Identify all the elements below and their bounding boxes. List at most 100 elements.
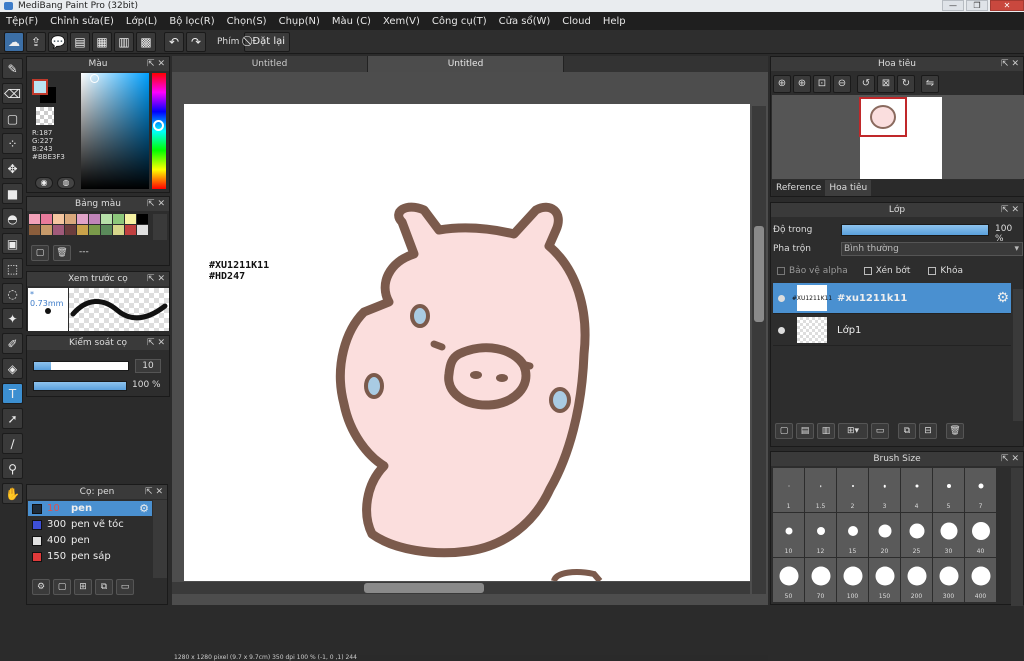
brush-size-cell[interactable]: 2: [837, 468, 868, 512]
clipping-checkbox[interactable]: Xén bớt: [863, 266, 910, 276]
panel-close-icon[interactable]: ⇱ ✕: [147, 197, 165, 211]
panel-close-icon[interactable]: ⇱ ✕: [1001, 203, 1019, 217]
brush-size-cell[interactable]: 300: [933, 558, 964, 602]
brush-size-cell[interactable]: 3: [869, 468, 900, 512]
folder-icon[interactable]: ▭: [116, 579, 134, 595]
palette-swatch[interactable]: [125, 214, 136, 224]
brush-tool-icon[interactable]: ✎: [2, 58, 23, 79]
color-wheel-icon[interactable]: ◉: [35, 177, 53, 189]
delete-layer-icon[interactable]: 🗑: [946, 423, 964, 439]
gear-icon[interactable]: ⚙: [996, 290, 1009, 306]
brush-size-input[interactable]: 10: [135, 359, 161, 373]
zoom-in-icon[interactable]: ⊕: [773, 75, 791, 93]
palette-swatch[interactable]: [113, 214, 124, 224]
lasso-tool-icon[interactable]: ◌: [2, 283, 23, 304]
minimize-button[interactable]: —: [942, 0, 964, 11]
navigator-viewport-rect[interactable]: [859, 97, 907, 137]
brush-size-cell[interactable]: 40: [965, 513, 996, 557]
tab-navigator[interactable]: Hoa tiêu: [825, 180, 872, 196]
comment-icon[interactable]: 💬: [48, 31, 68, 52]
reset-button[interactable]: ⃠Đặt lại: [244, 31, 291, 52]
close-button[interactable]: ✕: [990, 0, 1024, 11]
palette-swatch[interactable]: [41, 214, 52, 224]
rotate-left-icon[interactable]: ↺: [857, 75, 875, 93]
palette-swatch[interactable]: [53, 214, 64, 224]
brush-size-cell[interactable]: 12: [805, 513, 836, 557]
tab-untitled-1[interactable]: Untitled: [172, 56, 368, 72]
new-8bit-layer-icon[interactable]: ▥: [817, 423, 835, 439]
duplicate-layer-icon[interactable]: ⧉: [898, 423, 916, 439]
shape-tool-icon[interactable]: ■: [2, 183, 23, 204]
palette-swatch[interactable]: [29, 214, 40, 224]
add-brush-icon[interactable]: ⊞: [74, 579, 92, 595]
tab-untitled-2[interactable]: Untitled: [368, 56, 564, 72]
palette-swatch[interactable]: [125, 225, 136, 235]
menu-cloud[interactable]: Cloud: [556, 16, 597, 27]
zoom-out-icon[interactable]: ⊖: [833, 75, 851, 93]
panel-close-icon[interactable]: ⇱ ✕: [147, 57, 165, 71]
brush-size-slider[interactable]: [33, 361, 129, 371]
brush-size-cell[interactable]: 200: [901, 558, 932, 602]
canvas-vertical-scrollbar[interactable]: [752, 106, 766, 594]
grid-icon[interactable]: ▥: [114, 31, 134, 52]
palette-swatch[interactable]: [77, 214, 88, 224]
redo-icon[interactable]: ↷: [186, 31, 206, 52]
palette-swatch[interactable]: [89, 225, 100, 235]
undo-icon[interactable]: ↶: [164, 31, 184, 52]
brush-list-item[interactable]: 10 pen ⚙: [28, 501, 152, 516]
fit-icon[interactable]: ⊡: [813, 75, 831, 93]
menu-capture[interactable]: Chụp(N): [273, 16, 326, 27]
protect-alpha-checkbox[interactable]: Bảo vệ alpha: [777, 266, 848, 276]
brush-size-cell[interactable]: 100: [837, 558, 868, 602]
copy-brush-icon[interactable]: ⧉: [95, 579, 113, 595]
gear-icon[interactable]: ⚙: [139, 502, 149, 515]
palette-swatch[interactable]: [65, 214, 76, 224]
layer-row-1[interactable]: Lớp1: [773, 315, 1011, 346]
brush-size-cell[interactable]: 15: [837, 513, 868, 557]
rotate-right-icon[interactable]: ↻: [897, 75, 915, 93]
move-tool-icon[interactable]: ✥: [2, 158, 23, 179]
saturation-value-picker[interactable]: [81, 73, 149, 189]
maximize-button[interactable]: ❐: [966, 0, 988, 11]
brush-size-cell[interactable]: 5: [933, 468, 964, 512]
canvas-horizontal-scrollbar[interactable]: [172, 582, 750, 594]
palette-swatch[interactable]: [101, 214, 112, 224]
rectangle-tool-icon[interactable]: ▢: [2, 108, 23, 129]
eyedropper-icon[interactable]: ⚲: [2, 458, 23, 479]
palette-swatch[interactable]: [137, 225, 148, 235]
layout-icon[interactable]: ▩: [136, 31, 156, 52]
brush-list-item[interactable]: 300 pen vẽ tóc: [28, 517, 152, 532]
brush-size-cell[interactable]: 1.5: [805, 468, 836, 512]
brush-size-cell[interactable]: 70: [805, 558, 836, 602]
dot-tool-icon[interactable]: ⁘: [2, 133, 23, 154]
vertical-scroll-thumb[interactable]: [754, 226, 764, 322]
menu-layer[interactable]: Lớp(L): [120, 16, 163, 27]
menu-tools[interactable]: Công cụ(T): [426, 16, 493, 27]
document-icon[interactable]: ▤: [70, 31, 90, 52]
operation-tool-icon[interactable]: ➚: [2, 408, 23, 429]
zoom-in-alt-icon[interactable]: ⊕: [793, 75, 811, 93]
drawing-canvas[interactable]: #XU1211K11 #HD247: [184, 104, 750, 581]
panel-close-icon[interactable]: ⇱ ✕: [1001, 452, 1019, 466]
layer-row-text[interactable]: #XU1211K11 #xu1211k11 ⚙: [773, 283, 1011, 314]
menu-file[interactable]: Tệp(F): [0, 16, 44, 27]
magic-wand-icon[interactable]: ✦: [2, 308, 23, 329]
brush-size-cell[interactable]: 30: [933, 513, 964, 557]
saturation-value-cursor[interactable]: [90, 74, 99, 83]
brush-opacity-slider[interactable]: [33, 381, 127, 391]
layer-scrollbar[interactable]: [1013, 289, 1023, 421]
palette-swatch[interactable]: [53, 225, 64, 235]
navigator-view[interactable]: [772, 95, 1024, 179]
menu-select[interactable]: Chọn(S): [221, 16, 273, 27]
flip-icon[interactable]: ⇋: [921, 75, 939, 93]
blend-mode-select[interactable]: Bình thường ▾: [841, 242, 1023, 256]
color-mode-icon[interactable]: ◍: [57, 177, 75, 189]
new-brush-icon[interactable]: ▢: [53, 579, 71, 595]
brush-size-cell[interactable]: 400: [965, 558, 996, 602]
palette-swatch[interactable]: [89, 214, 100, 224]
menu-filter[interactable]: Bộ lọc(R): [163, 16, 220, 27]
menu-edit[interactable]: Chỉnh sửa(E): [44, 16, 120, 27]
visibility-icon[interactable]: [778, 294, 785, 302]
hand-tool-icon[interactable]: ✋: [2, 483, 23, 504]
rotate-reset-icon[interactable]: ⊠: [877, 75, 895, 93]
